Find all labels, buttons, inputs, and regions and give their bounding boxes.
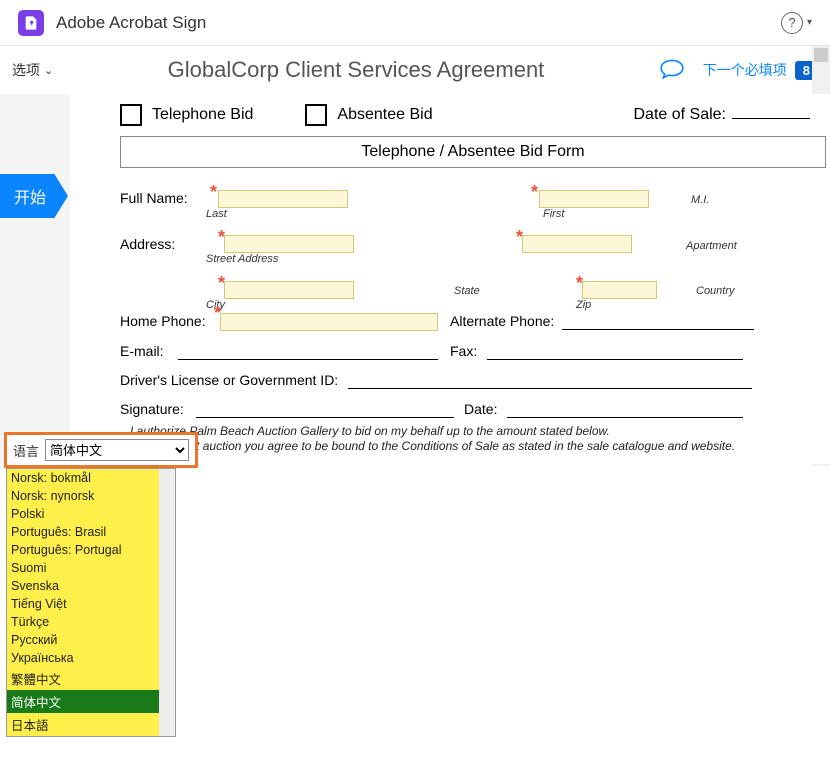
comment-icon[interactable]	[659, 57, 685, 84]
first-sublabel: First	[543, 208, 691, 220]
email-input[interactable]	[178, 344, 438, 360]
license-label: Driver's License or Government ID:	[120, 372, 338, 388]
auth-text-1: I authorize Palm Beach Auction Gallery t…	[130, 424, 830, 440]
app-header: Adobe Acrobat Sign ? ▾	[0, 0, 830, 46]
date-of-sale-label: Date of Sale:	[634, 106, 727, 124]
required-mark: *	[218, 273, 225, 294]
document-title: GlobalCorp Client Services Agreement	[53, 57, 659, 83]
chevron-down-icon: ⌄	[44, 64, 53, 77]
language-label: 语言	[13, 441, 39, 460]
lang-option[interactable]: Português: Portugal	[7, 541, 175, 559]
lang-option[interactable]: Norsk: bokmål	[7, 469, 175, 487]
last-sublabel: Last	[206, 208, 531, 220]
scrollbar-vertical[interactable]	[159, 469, 175, 736]
first-name-input[interactable]	[539, 190, 649, 208]
auth-text-2: By bidding at auction you agree to be bo…	[130, 439, 830, 455]
required-mark: *	[214, 303, 221, 324]
date-input[interactable]	[507, 402, 743, 418]
language-dropdown[interactable]: Norsk: bokmål Norsk: nynorsk Polski Port…	[6, 468, 176, 737]
alt-phone-input[interactable]	[562, 314, 754, 330]
lang-option[interactable]: 繁體中文	[7, 667, 175, 690]
street-sublabel: Street Address	[206, 253, 516, 265]
state-sublabel: State	[454, 285, 576, 297]
next-required-button[interactable]: 下一个必填项 8	[703, 60, 818, 80]
lang-option-selected[interactable]: 简体中文	[7, 690, 175, 713]
required-mark: *	[531, 182, 538, 203]
chevron-down-icon: ▾	[807, 17, 812, 28]
lang-option[interactable]: Português: Brasil	[7, 523, 175, 541]
email-label: E-mail:	[120, 343, 170, 359]
country-sublabel: Country	[696, 285, 735, 297]
absentee-bid-label: Absentee Bid	[337, 106, 432, 124]
help-icon: ?	[781, 12, 803, 34]
required-mark: *	[516, 227, 523, 248]
language-selector-highlight: 语言 简体中文	[4, 432, 198, 468]
adobe-logo	[18, 10, 44, 36]
main-area: 开始 Telephone Bid Absentee Bid Date of Sa…	[0, 94, 830, 464]
home-phone-label: Home Phone:	[120, 313, 210, 329]
telephone-bid-label: Telephone Bid	[152, 106, 253, 124]
app-title: Adobe Acrobat Sign	[56, 13, 206, 33]
date-label: Date:	[464, 401, 497, 417]
left-sidebar: 开始	[0, 94, 70, 464]
apartment-input[interactable]	[522, 235, 632, 253]
fax-label: Fax:	[450, 343, 477, 359]
lang-option[interactable]: Norsk: nynorsk	[7, 487, 175, 505]
lang-option[interactable]: Українська	[7, 649, 175, 667]
last-name-input[interactable]	[218, 190, 348, 208]
form-title: Telephone / Absentee Bid Form	[120, 136, 826, 168]
city-sublabel: City	[206, 299, 454, 311]
required-mark: *	[218, 227, 225, 248]
start-button[interactable]: 开始	[0, 174, 68, 218]
city-input[interactable]	[224, 281, 354, 299]
toolbar: 选项 ⌄ GlobalCorp Client Services Agreemen…	[0, 46, 830, 94]
full-name-label: Full Name:	[120, 190, 206, 206]
document-area: Telephone Bid Absentee Bid Date of Sale:…	[70, 94, 830, 464]
signature-input[interactable]	[196, 402, 454, 418]
required-mark: *	[210, 182, 217, 203]
lang-option[interactable]: Tiếng Việt	[7, 595, 175, 613]
date-of-sale-field[interactable]	[732, 118, 810, 119]
lang-option[interactable]: Polski	[7, 505, 175, 523]
apartment-sublabel: Apartment	[686, 240, 737, 252]
zip-input[interactable]	[582, 281, 657, 299]
signature-label: Signature:	[120, 401, 186, 417]
lang-option[interactable]: 日本語	[7, 713, 175, 736]
home-phone-input[interactable]	[220, 313, 438, 331]
mi-sublabel: M.I.	[691, 194, 731, 206]
zip-sublabel: Zip	[576, 299, 696, 311]
address-label: Address:	[120, 236, 206, 252]
language-select[interactable]: 简体中文	[45, 439, 189, 461]
options-dropdown[interactable]: 选项 ⌄	[12, 60, 53, 80]
license-input[interactable]	[348, 373, 752, 389]
absentee-bid-checkbox[interactable]	[305, 104, 327, 126]
lang-option[interactable]: Türkçe	[7, 613, 175, 631]
street-address-input[interactable]	[224, 235, 354, 253]
alt-phone-label: Alternate Phone:	[450, 313, 554, 329]
lang-option[interactable]: Русский	[7, 631, 175, 649]
next-required-label: 下一个必填项	[703, 60, 787, 80]
scrollbar-thumb[interactable]	[814, 48, 828, 62]
lang-option[interactable]: Svenska	[7, 577, 175, 595]
help-button[interactable]: ? ▾	[781, 12, 812, 34]
language-panel: 语言 简体中文 Norsk: bokmål Norsk: nynorsk Pol…	[4, 432, 198, 737]
required-mark: *	[576, 273, 583, 294]
telephone-bid-checkbox[interactable]	[120, 104, 142, 126]
options-label: 选项	[12, 60, 40, 80]
lang-option[interactable]: Suomi	[7, 559, 175, 577]
fax-input[interactable]	[487, 344, 743, 360]
